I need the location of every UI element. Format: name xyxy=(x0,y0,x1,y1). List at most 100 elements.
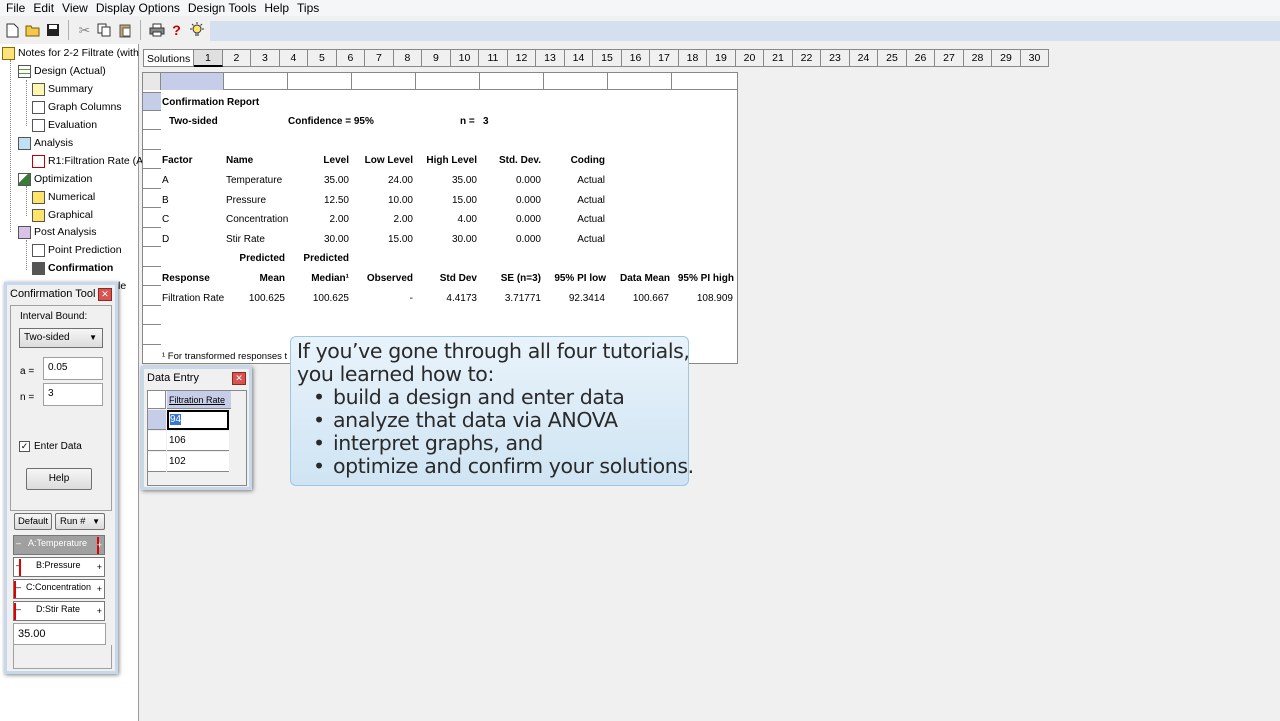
solution-tab[interactable]: 8 xyxy=(393,49,423,67)
solution-tab[interactable]: 4 xyxy=(279,49,309,67)
row-header[interactable] xyxy=(143,285,161,305)
solution-tab[interactable]: 22 xyxy=(792,49,822,67)
solution-tab[interactable]: 18 xyxy=(678,49,708,67)
column-header-filtration-rate[interactable]: Filtration Rate xyxy=(167,391,231,409)
solution-tab[interactable]: 23 xyxy=(821,49,850,67)
factor-level-marker[interactable] xyxy=(14,603,16,620)
factor-level-marker[interactable] xyxy=(19,559,21,576)
solution-tab[interactable]: 21 xyxy=(764,49,793,67)
alpha-field[interactable]: 0.05 xyxy=(43,357,103,380)
solution-tab[interactable]: 17 xyxy=(650,49,679,67)
row-header[interactable] xyxy=(143,344,161,363)
tree-item-r1[interactable]: R1:Filtration Rate (A xyxy=(32,153,143,169)
solution-tab[interactable]: 5 xyxy=(308,49,337,67)
tree-item-post-analysis[interactable]: Post Analysis xyxy=(18,224,96,240)
solution-tab[interactable]: 11 xyxy=(479,49,508,67)
menu-help[interactable]: Help xyxy=(260,0,293,16)
solution-tab[interactable]: 13 xyxy=(536,49,565,67)
tree-item-summary[interactable]: Summary xyxy=(32,81,93,97)
tree-item-optimization[interactable]: Optimization xyxy=(18,171,92,187)
row-header[interactable] xyxy=(143,92,161,110)
factor-slider-d[interactable]: – D:Stir Rate + xyxy=(13,601,105,621)
solution-tab[interactable]: 25 xyxy=(878,49,907,67)
tip-bulb-icon[interactable] xyxy=(188,22,205,39)
solution-tab[interactable]: 10 xyxy=(450,49,480,67)
row-header[interactable] xyxy=(143,266,161,285)
tree-item-design[interactable]: Design (Actual) xyxy=(18,63,106,79)
solution-tab[interactable]: 1 xyxy=(194,49,223,67)
new-icon[interactable] xyxy=(4,22,21,39)
solution-tab[interactable]: 30 xyxy=(1020,49,1050,67)
row-header[interactable] xyxy=(143,207,161,227)
solution-tab[interactable]: 2 xyxy=(222,49,252,67)
tree-item-numerical[interactable]: Numerical xyxy=(32,189,95,205)
tree-item-point-prediction[interactable]: Point Prediction xyxy=(32,242,122,258)
tree-item-graphical[interactable]: Graphical xyxy=(32,207,93,223)
row-header[interactable] xyxy=(148,431,166,451)
copy-icon[interactable] xyxy=(96,22,113,39)
solution-tab[interactable]: 6 xyxy=(336,49,366,67)
row-header[interactable] xyxy=(143,168,161,188)
window-titlebar[interactable]: Data Entry ✕ xyxy=(144,369,249,387)
factor-slider-a[interactable]: – A:Temperature + xyxy=(13,535,105,555)
solution-tab[interactable]: 15 xyxy=(593,49,622,67)
row-header[interactable] xyxy=(148,410,166,430)
factor-level-marker[interactable] xyxy=(14,581,16,598)
solution-tab[interactable]: 12 xyxy=(507,49,537,67)
solution-tab[interactable]: 28 xyxy=(963,49,993,67)
close-icon[interactable]: ✕ xyxy=(98,287,112,301)
data-cell[interactable]: 102 xyxy=(167,452,229,472)
row-header[interactable] xyxy=(143,110,161,129)
menu-display-options[interactable]: Display Options xyxy=(92,0,184,16)
tree-root-notes[interactable]: Notes for 2-2 Filtrate (with xyxy=(2,45,139,61)
data-cell[interactable]: 106 xyxy=(167,431,229,451)
row-header[interactable] xyxy=(143,324,161,344)
row-header[interactable] xyxy=(143,305,161,324)
tree-item-graph-columns[interactable]: Graph Columns xyxy=(32,99,122,115)
interval-bound-select[interactable]: Two-sided ▼ xyxy=(19,328,103,348)
row-header[interactable] xyxy=(143,227,161,246)
menu-edit[interactable]: Edit xyxy=(29,0,58,16)
row-header[interactable] xyxy=(143,246,161,266)
row-header[interactable] xyxy=(143,188,161,207)
solution-tab[interactable]: 3 xyxy=(251,49,280,67)
paste-icon[interactable] xyxy=(116,22,133,39)
open-icon[interactable] xyxy=(24,22,41,39)
run-number-select[interactable]: Run # ▼ xyxy=(55,513,105,530)
menu-file[interactable]: File xyxy=(2,0,29,16)
solution-tab[interactable]: 24 xyxy=(849,49,879,67)
help-button[interactable]: Help xyxy=(26,468,92,490)
factor-slider-c[interactable]: – C:Concentration + xyxy=(13,579,105,599)
cut-icon[interactable]: ✂ xyxy=(76,22,93,39)
n-field[interactable]: 3 xyxy=(43,383,103,406)
data-cell-editing[interactable]: 94 xyxy=(167,410,229,430)
row-header[interactable] xyxy=(148,452,166,472)
row-header[interactable] xyxy=(143,149,161,168)
print-icon[interactable] xyxy=(148,22,165,39)
default-button[interactable]: Default xyxy=(14,513,52,530)
tree-item-evaluation[interactable]: Evaluation xyxy=(32,117,97,133)
help-icon[interactable]: ? xyxy=(168,22,185,39)
solution-tab[interactable]: 29 xyxy=(992,49,1021,67)
solution-tab[interactable]: 26 xyxy=(906,49,936,67)
solution-tab[interactable]: 7 xyxy=(365,49,394,67)
window-titlebar[interactable]: Confirmation Tool ✕ xyxy=(7,285,115,303)
factor-value-field[interactable]: 35.00 xyxy=(13,623,106,645)
close-icon[interactable]: ✕ xyxy=(232,371,246,385)
tree-item-confirmation[interactable]: Confirmation xyxy=(32,260,113,276)
menu-view[interactable]: View xyxy=(58,0,92,16)
solution-tab[interactable]: 19 xyxy=(707,49,736,67)
tree-item-hidden[interactable]: le xyxy=(118,278,126,294)
save-icon[interactable] xyxy=(44,22,61,39)
factor-slider-b[interactable]: – B:Pressure + xyxy=(13,557,105,577)
solution-tab[interactable]: 9 xyxy=(422,49,451,67)
solution-tab[interactable]: 27 xyxy=(935,49,964,67)
enter-data-checkbox[interactable]: ✓ xyxy=(19,441,30,452)
solution-tab[interactable]: 20 xyxy=(735,49,765,67)
menu-tips[interactable]: Tips xyxy=(293,0,323,16)
menu-design-tools[interactable]: Design Tools xyxy=(184,0,260,16)
solution-tab[interactable]: 16 xyxy=(621,49,651,67)
tree-item-analysis[interactable]: Analysis xyxy=(18,135,73,151)
solution-tab[interactable]: 14 xyxy=(564,49,594,67)
row-header[interactable] xyxy=(143,129,161,149)
